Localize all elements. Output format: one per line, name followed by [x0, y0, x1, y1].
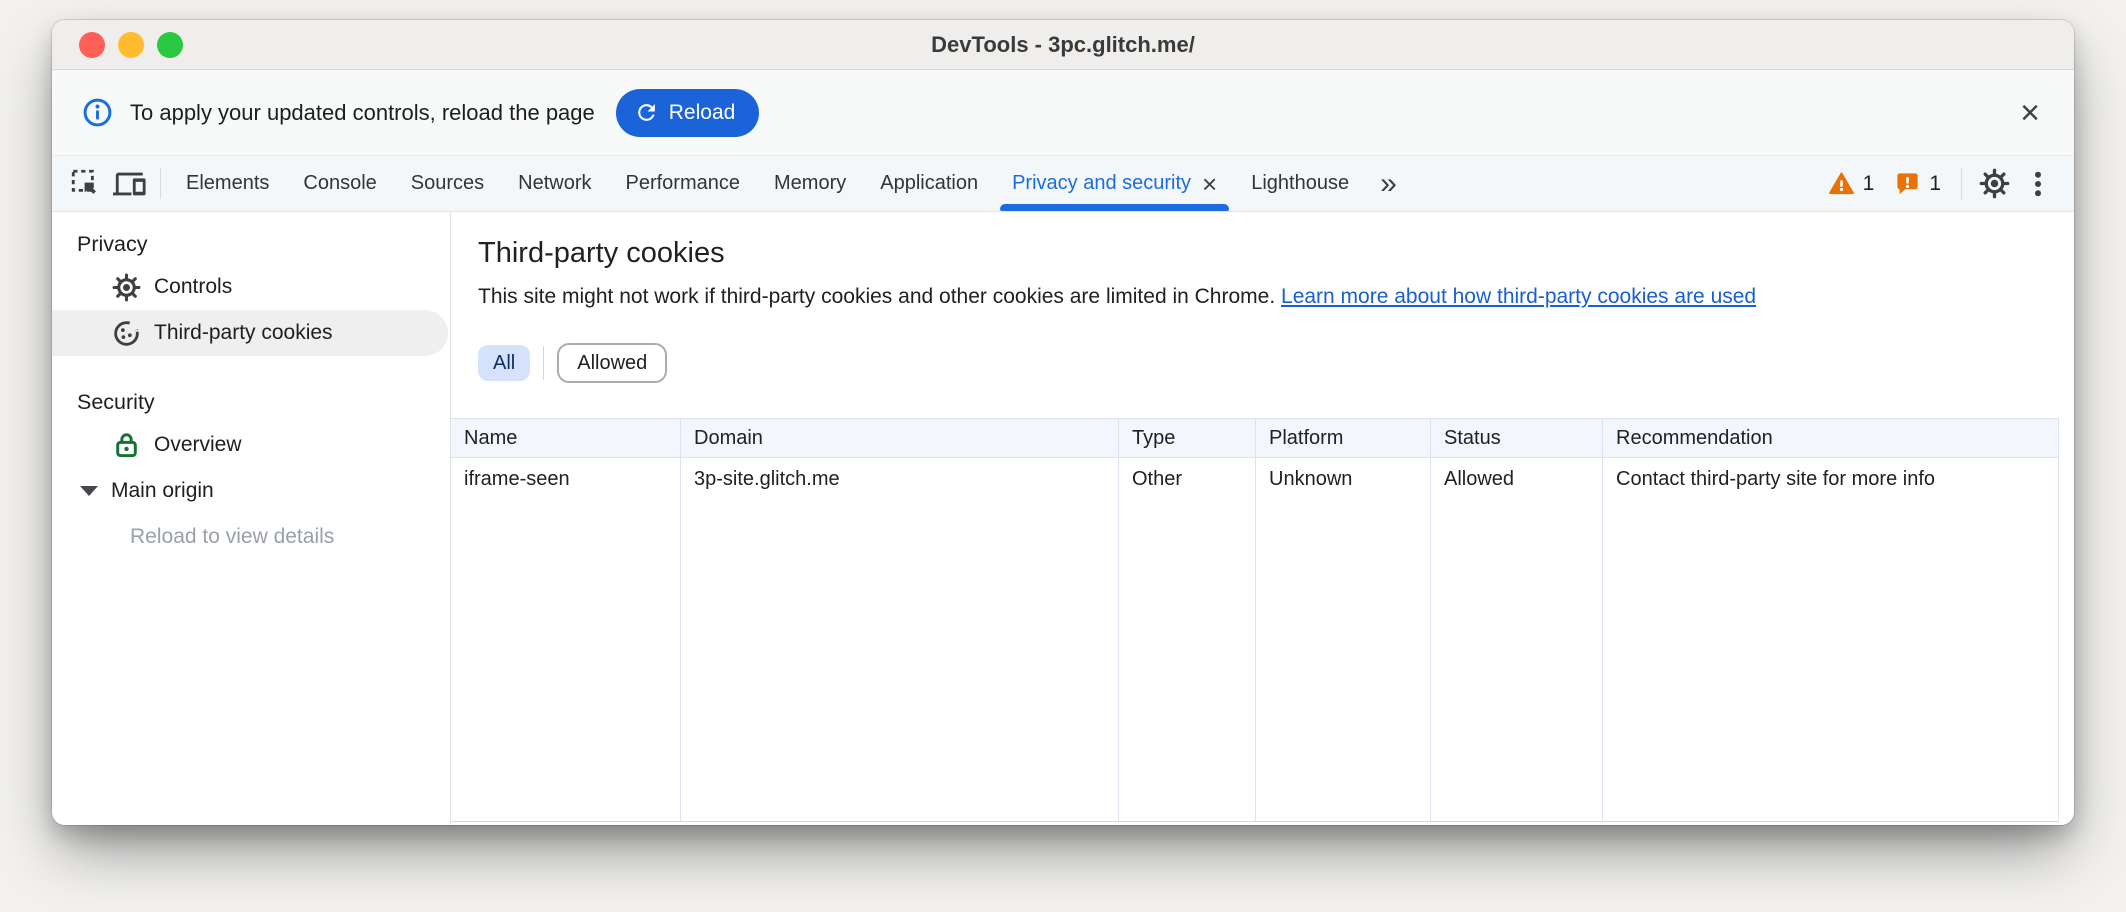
cookies-table: Name Domain Type Platform Status Recomme…: [451, 418, 2059, 822]
desktop: { "window": { "title": "DevTools - 3pc.g…: [0, 0, 2126, 912]
devtools-window: DevTools - 3pc.glitch.me/ To apply your …: [52, 20, 2074, 825]
titlebar: DevTools - 3pc.glitch.me/: [52, 20, 2074, 70]
column-header-platform[interactable]: Platform: [1256, 419, 1431, 457]
reload-note: Reload to view details: [52, 514, 450, 560]
table-header-row: Name Domain Type Platform Status Recomme…: [451, 419, 2059, 458]
description-text: This site might not work if third-party …: [478, 285, 1275, 308]
reload-button[interactable]: Reload: [616, 89, 760, 137]
traffic-lights: [79, 32, 183, 58]
tabbar-right-divider: [1961, 168, 1962, 200]
tabbar-divider: [160, 168, 161, 199]
table-row[interactable]: iframe-seen 3p-site.glitch.me Other Unkn…: [451, 458, 2059, 821]
tab-lighthouse[interactable]: Lighthouse: [1234, 156, 1366, 211]
tab-label: Performance: [626, 172, 741, 195]
issues-count: 1: [1929, 172, 1941, 196]
sidebar-item-label: Overview: [154, 433, 242, 457]
devtools-tabbar: Elements Console Sources Network Perform…: [52, 156, 2074, 212]
tabbar-right-cluster: 1 1: [1818, 156, 2074, 211]
tab-sources[interactable]: Sources: [394, 156, 501, 211]
tab-label: Network: [518, 172, 591, 195]
third-party-cookies-panel: Third-party cookies This site might not …: [451, 212, 2074, 825]
privacy-security-sidebar: Privacy Controls: [52, 212, 451, 825]
chip-divider: [543, 346, 544, 380]
inspect-element-icon[interactable]: [64, 156, 108, 211]
close-window-button[interactable]: [79, 32, 105, 58]
issues-icon: [1894, 170, 1921, 197]
reload-infobar: To apply your updated controls, reload t…: [52, 70, 2074, 156]
column-header-domain[interactable]: Domain: [681, 419, 1119, 457]
tab-label: Console: [303, 172, 376, 195]
kebab-menu-icon[interactable]: [2016, 156, 2060, 211]
cell-name[interactable]: iframe-seen: [451, 458, 681, 821]
tab-label: Privacy and security: [1012, 172, 1191, 195]
sidebar-item-main-origin[interactable]: Main origin: [52, 468, 450, 514]
cell-type[interactable]: Other: [1119, 458, 1256, 821]
warning-count: 1: [1863, 172, 1875, 196]
tab-elements[interactable]: Elements: [169, 156, 286, 211]
filter-allowed-chip[interactable]: Allowed: [557, 343, 667, 383]
tab-label: Memory: [774, 172, 846, 195]
warnings-counter[interactable]: 1: [1818, 170, 1885, 197]
active-tab-underline: [1000, 204, 1229, 211]
filter-all-chip[interactable]: All: [478, 345, 530, 381]
tab-memory[interactable]: Memory: [757, 156, 863, 211]
sidebar-item-third-party-cookies[interactable]: Third-party cookies: [52, 310, 448, 356]
reload-button-label: Reload: [669, 101, 736, 125]
sidebar-item-label: Main origin: [111, 479, 214, 503]
sidebar-section-security: Security: [52, 382, 450, 422]
sidebar-item-label: Third-party cookies: [154, 321, 333, 345]
cell-recommendation[interactable]: Contact third-party site for more info: [1603, 458, 2059, 821]
info-icon: [82, 97, 113, 128]
tab-console[interactable]: Console: [286, 156, 393, 211]
panel-description: This site might not work if third-party …: [478, 284, 2074, 310]
device-toolbar-icon[interactable]: [108, 156, 152, 211]
column-header-name[interactable]: Name: [451, 419, 681, 457]
tab-label: Lighthouse: [1251, 172, 1349, 195]
infobar-message: To apply your updated controls, reload t…: [130, 100, 595, 126]
tab-label: Elements: [186, 172, 269, 195]
warning-icon: [1828, 170, 1855, 197]
column-header-type[interactable]: Type: [1119, 419, 1256, 457]
panel-content: Privacy Controls: [52, 212, 2074, 825]
chevron-down-icon[interactable]: [80, 486, 98, 496]
tab-network[interactable]: Network: [501, 156, 608, 211]
sidebar-item-overview[interactable]: Overview: [52, 422, 450, 468]
column-header-status[interactable]: Status: [1431, 419, 1603, 457]
cell-domain[interactable]: 3p-site.glitch.me: [681, 458, 1119, 821]
sidebar-item-label: Controls: [154, 275, 232, 299]
infobar-close-button[interactable]: ×: [2020, 96, 2040, 130]
gear-icon: [111, 272, 142, 303]
tab-close-icon[interactable]: ×: [1202, 171, 1217, 197]
tab-application[interactable]: Application: [863, 156, 995, 211]
tab-label: Application: [880, 172, 978, 195]
window-title: DevTools - 3pc.glitch.me/: [931, 32, 1195, 58]
page-title: Third-party cookies: [478, 236, 2074, 270]
settings-gear-icon[interactable]: [1972, 156, 2016, 211]
tab-performance[interactable]: Performance: [609, 156, 758, 211]
cookie-icon: [111, 318, 142, 349]
tab-privacy-and-security[interactable]: Privacy and security ×: [995, 156, 1234, 211]
tab-label: Sources: [411, 172, 484, 195]
sidebar-section-privacy: Privacy: [52, 224, 450, 264]
cell-platform[interactable]: Unknown: [1256, 458, 1431, 821]
reload-icon: [634, 100, 659, 125]
more-tabs-icon[interactable]: »: [1366, 156, 1411, 211]
sidebar-item-controls[interactable]: Controls: [52, 264, 450, 310]
issues-counter[interactable]: 1: [1884, 170, 1951, 197]
cell-status[interactable]: Allowed: [1431, 458, 1603, 821]
minimize-window-button[interactable]: [118, 32, 144, 58]
column-header-recommendation[interactable]: Recommendation: [1603, 419, 2059, 457]
learn-more-link[interactable]: Learn more about how third-party cookies…: [1281, 285, 1756, 308]
zoom-window-button[interactable]: [157, 32, 183, 58]
lock-icon: [111, 430, 142, 461]
filter-chips: All Allowed: [478, 344, 2074, 382]
